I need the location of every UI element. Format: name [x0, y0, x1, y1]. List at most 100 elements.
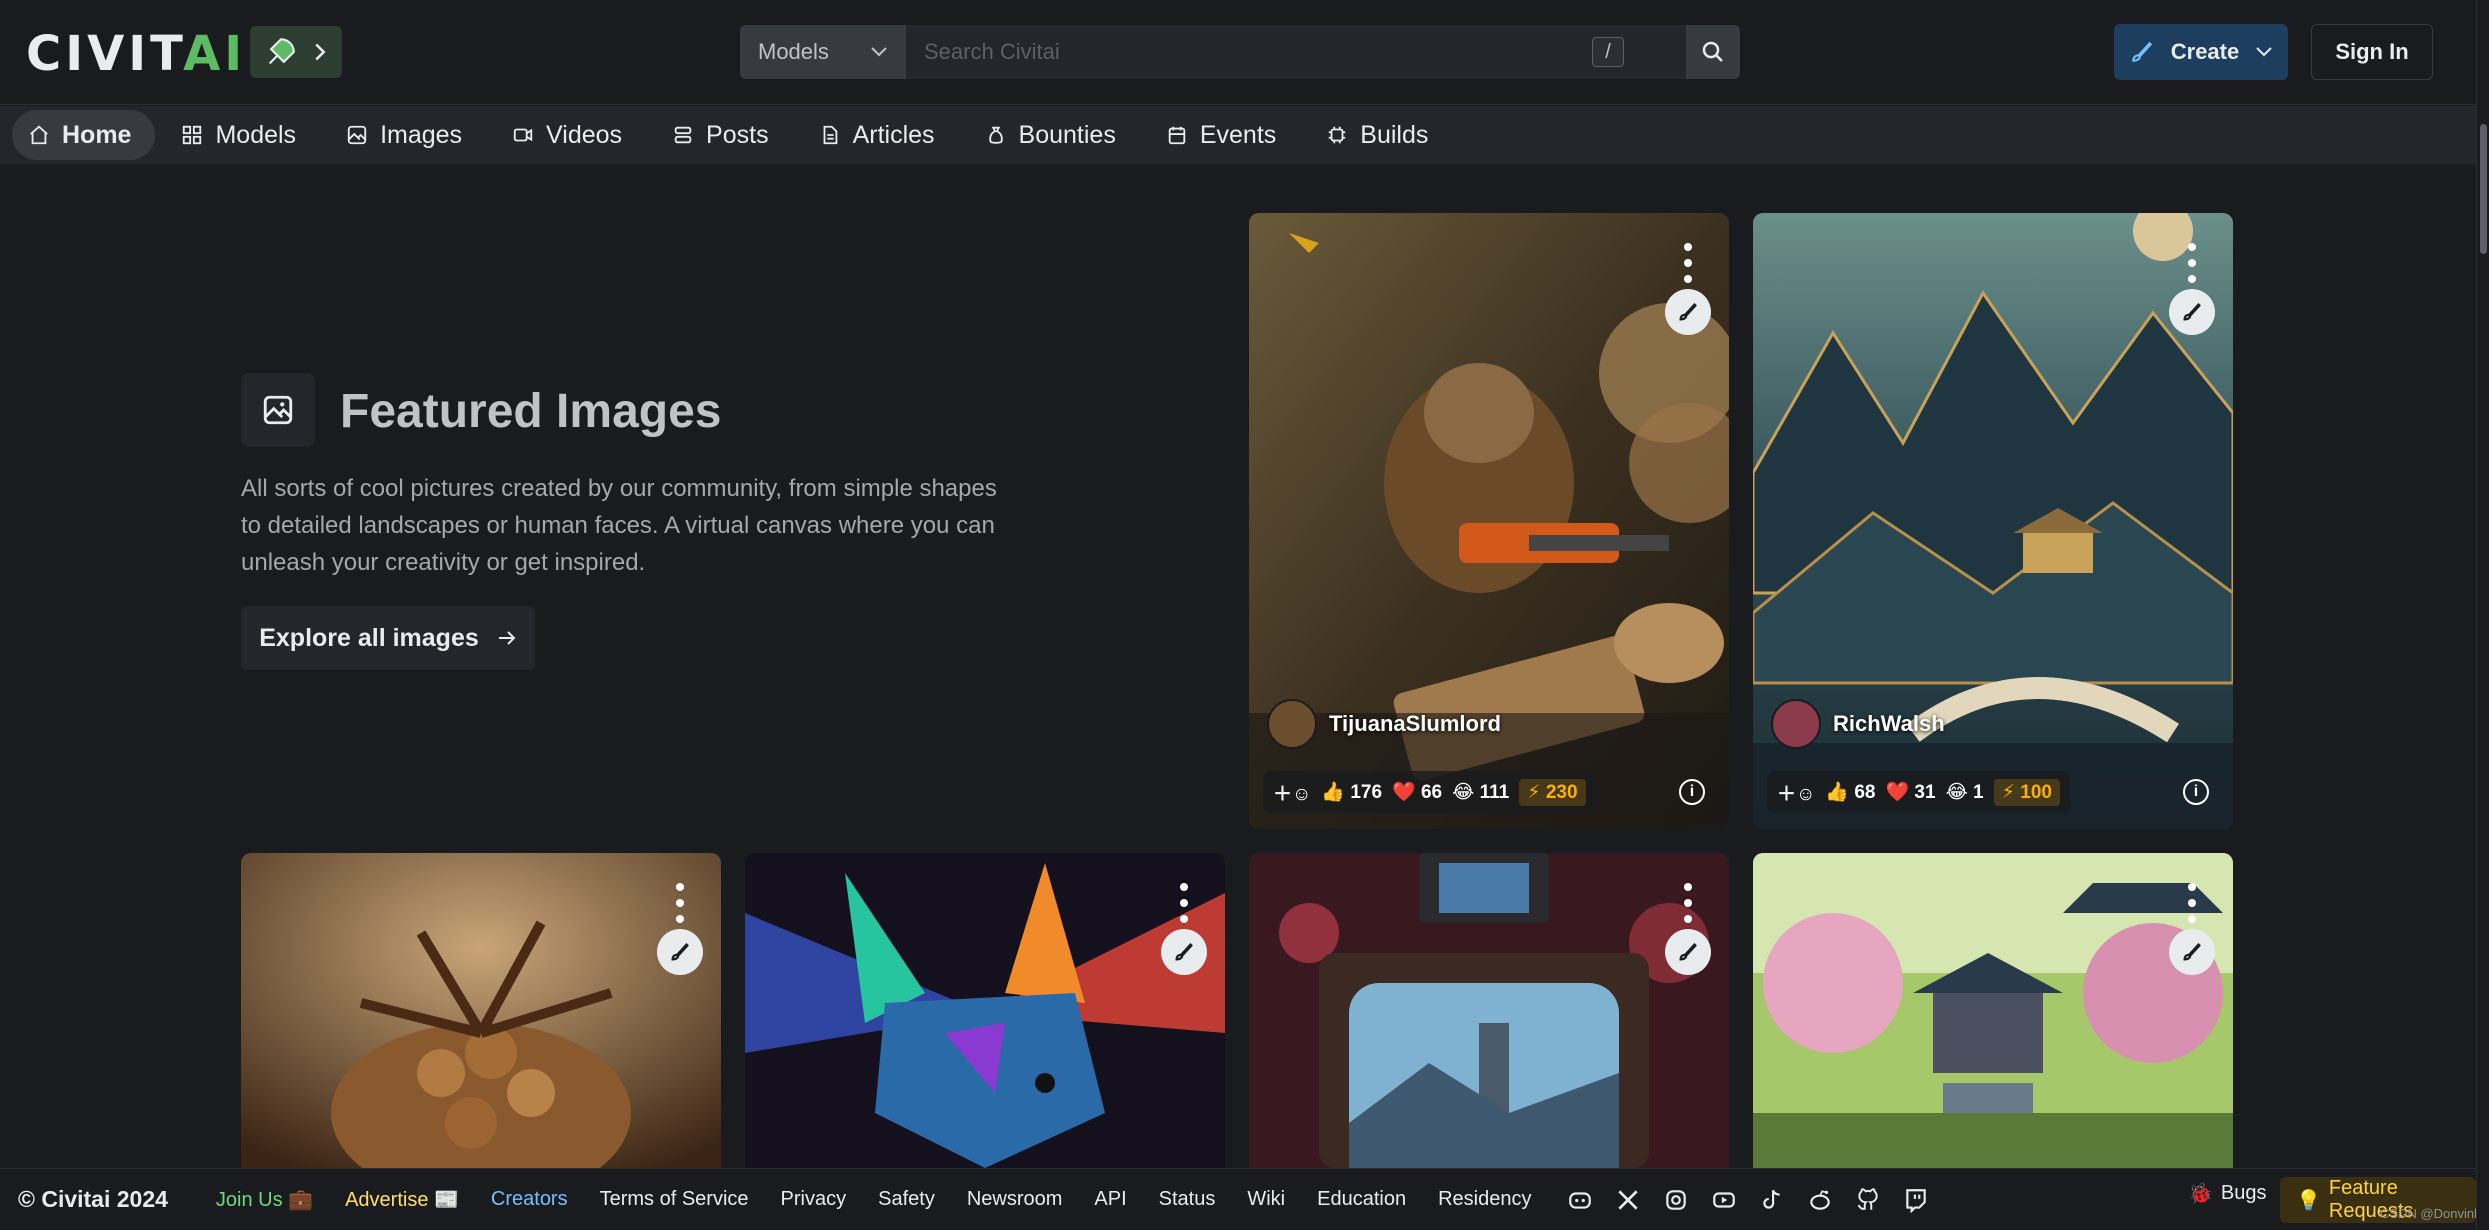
image-card[interactable] — [745, 853, 1225, 1168]
card-menu-icon[interactable] — [673, 883, 687, 923]
home-icon — [30, 125, 48, 145]
add-reaction-icon[interactable]: ＋☺ — [1273, 779, 1311, 806]
watermark: CSDN @Donvink — [2380, 1206, 2481, 1221]
chevron-down-icon — [2256, 47, 2272, 57]
footer-creators-link[interactable]: Creators — [491, 1188, 568, 1211]
avatar — [1267, 699, 1317, 749]
card-menu-icon[interactable] — [2185, 883, 2199, 923]
card-menu-icon[interactable] — [1177, 883, 1191, 923]
image-card[interactable] — [1753, 853, 2233, 1168]
youtube-icon[interactable] — [1711, 1187, 1737, 1213]
brush-icon — [2131, 41, 2152, 62]
discord-icon[interactable] — [1567, 1187, 1593, 1213]
x-twitter-icon[interactable] — [1615, 1187, 1641, 1213]
reaction-like[interactable]: 👍 68 — [1825, 780, 1875, 804]
card-reactions: ＋☺ 👍 176 ❤️ 66 😂 111 ⚡ 230 — [1263, 771, 1596, 813]
footer-newsroom-link[interactable]: Newsroom — [967, 1188, 1063, 1211]
remix-brush-icon[interactable] — [657, 929, 703, 975]
nav-item-articles[interactable]: Articles — [803, 110, 959, 160]
card-image-neon-dog — [745, 853, 1225, 1168]
image-card[interactable] — [1249, 853, 1729, 1168]
remix-brush-icon[interactable] — [1665, 289, 1711, 335]
search-category-select[interactable]: Models — [740, 25, 906, 79]
civitai-logo[interactable]: CIVITAI — [26, 28, 246, 80]
footer-join-link[interactable]: Join Us 💼 — [216, 1187, 313, 1212]
featured-images-title: Featured Images — [340, 385, 722, 438]
footer: © Civitai 2024 Join Us 💼 Advertise 📰 Cre… — [0, 1168, 2476, 1230]
github-icon[interactable] — [1855, 1187, 1881, 1213]
nav-item-models[interactable]: Models — [165, 110, 320, 160]
buzz-tip[interactable]: ⚡ 230 — [1519, 778, 1586, 806]
remix-brush-icon[interactable] — [2169, 289, 2215, 335]
footer-safety-link[interactable]: Safety — [878, 1188, 935, 1211]
info-icon[interactable]: i — [2183, 779, 2209, 805]
file-text-icon — [823, 125, 837, 145]
remix-brush-icon[interactable] — [1161, 929, 1207, 975]
search-shortcut-hint: / — [1592, 37, 1624, 67]
nav-item-videos[interactable]: Videos — [496, 110, 646, 160]
nav-item-builds[interactable]: Builds — [1310, 110, 1452, 160]
instagram-icon[interactable] — [1663, 1187, 1689, 1213]
footer-terms-link[interactable]: Terms of Service — [600, 1188, 749, 1211]
image-card[interactable]: RichWalsh ＋☺ 👍 68 ❤️ 31 😂 1 ⚡ 100 i — [1753, 213, 2233, 829]
buzz-tip[interactable]: ⚡ 100 — [1993, 778, 2060, 806]
rocket-icon — [268, 38, 295, 65]
moneybag-icon — [988, 126, 1003, 144]
video-icon — [513, 128, 533, 142]
chevron-right-icon — [315, 43, 326, 61]
create-button[interactable]: Create — [2114, 24, 2288, 80]
card-user[interactable]: RichWalsh — [1771, 699, 1945, 749]
sign-in-button[interactable]: Sign In — [2311, 24, 2433, 80]
nav-item-images[interactable]: Images — [330, 110, 486, 160]
nav-item-posts[interactable]: Posts — [656, 110, 793, 160]
lightbulb-icon: 💡 — [2296, 1189, 2321, 1212]
nav-item-home[interactable]: Home — [12, 110, 156, 160]
arrow-right-icon — [498, 631, 516, 645]
app-switcher-button[interactable] — [250, 26, 342, 78]
image-card[interactable]: TijuanaSlumlord ＋☺ 👍 176 ❤️ 66 😂 111 ⚡ 2… — [1249, 213, 1729, 829]
search-input[interactable] — [906, 25, 1686, 79]
page-scrollbar[interactable] — [2476, 0, 2489, 1230]
remix-brush-icon[interactable] — [2169, 929, 2215, 975]
footer-privacy-link[interactable]: Privacy — [781, 1188, 847, 1211]
footer-wiki-link[interactable]: Wiki — [1247, 1188, 1285, 1211]
photo-icon — [263, 395, 293, 425]
footer-education-link[interactable]: Education — [1317, 1188, 1406, 1211]
chevron-down-icon — [871, 47, 887, 57]
footer-bugs-link[interactable]: 🐞 Bugs — [2188, 1181, 2267, 1206]
twitch-icon[interactable] — [1903, 1187, 1929, 1213]
footer-residency-link[interactable]: Residency — [1438, 1188, 1531, 1211]
footer-social-links — [1567, 1187, 1929, 1213]
info-icon[interactable]: i — [1679, 779, 1705, 805]
reddit-icon[interactable] — [1807, 1187, 1833, 1213]
footer-api-link[interactable]: API — [1094, 1188, 1126, 1211]
featured-images-description: All sorts of cool pictures created by ou… — [241, 475, 997, 576]
search-button[interactable] — [1686, 25, 1740, 79]
reaction-like[interactable]: 👍 176 — [1321, 780, 1382, 804]
calendar-icon — [1168, 126, 1186, 145]
tiktok-icon[interactable] — [1759, 1187, 1785, 1213]
card-menu-icon[interactable] — [2185, 243, 2199, 283]
footer-advertise-link[interactable]: Advertise 📰 — [345, 1187, 459, 1212]
reaction-heart[interactable]: ❤️ 31 — [1885, 780, 1935, 804]
card-menu-icon[interactable] — [1681, 883, 1695, 923]
remix-brush-icon[interactable] — [1665, 929, 1711, 975]
reaction-laugh[interactable]: 😂 111 — [1452, 781, 1509, 804]
card-user[interactable]: TijuanaSlumlord — [1267, 699, 1501, 749]
footer-status-link[interactable]: Status — [1159, 1188, 1216, 1211]
add-reaction-icon[interactable]: ＋☺ — [1777, 779, 1815, 806]
grid-icon — [183, 125, 202, 145]
top-header: CIVITAI Models / Create Sign In — [0, 0, 2476, 105]
card-username: RichWalsh — [1833, 711, 1945, 736]
search-icon — [1702, 41, 1723, 62]
scrollbar-thumb[interactable] — [2480, 124, 2487, 254]
main-nav: Home Models Images Videos Posts Articles… — [0, 106, 2476, 164]
nav-item-events[interactable]: Events — [1150, 110, 1300, 160]
explore-all-images-button[interactable]: Explore all images — [241, 606, 535, 670]
featured-images-icon-box — [241, 373, 315, 447]
reaction-laugh[interactable]: 😂 1 — [1946, 781, 1984, 804]
nav-item-bounties[interactable]: Bounties — [969, 110, 1140, 160]
card-menu-icon[interactable] — [1681, 243, 1695, 283]
reaction-heart[interactable]: ❤️ 66 — [1392, 780, 1442, 804]
image-card[interactable] — [241, 853, 721, 1168]
